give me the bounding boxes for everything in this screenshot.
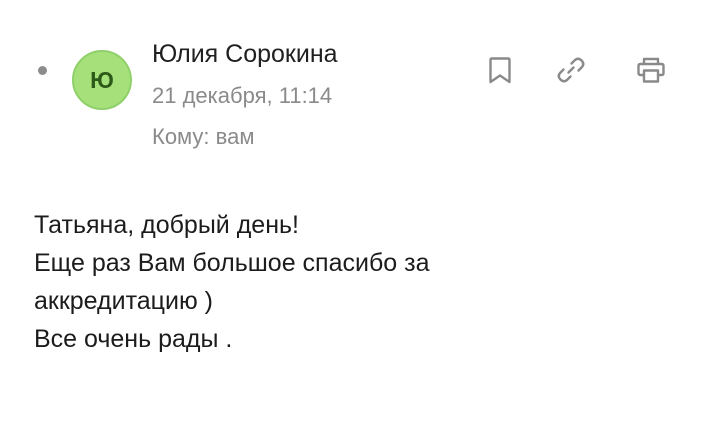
bookmark-icon	[489, 57, 511, 84]
recipient-line[interactable]: Кому: вам	[152, 123, 254, 151]
sender-name[interactable]: Юлия Сорокина	[152, 38, 338, 70]
print-button[interactable]	[631, 50, 671, 90]
copy-link-button[interactable]	[551, 50, 591, 90]
bookmark-button[interactable]	[480, 50, 520, 90]
message-body-line: Все очень рады .	[34, 325, 233, 353]
avatar[interactable]: Ю	[72, 50, 132, 110]
message-body-line: аккредитацию )	[34, 287, 213, 315]
link-icon	[557, 57, 585, 83]
message-body-line: Татьяна, добрый день!	[34, 211, 299, 239]
avatar-initial: Ю	[90, 66, 114, 93]
message-body-line: Еще раз Вам большое спасибо за	[34, 249, 430, 277]
printer-icon	[637, 57, 665, 83]
message-body: Татьяна, добрый день! Еще раз Вам большо…	[34, 206, 694, 358]
unread-indicator	[38, 66, 47, 75]
message-date: 21 декабря, 11:14	[152, 83, 333, 108]
